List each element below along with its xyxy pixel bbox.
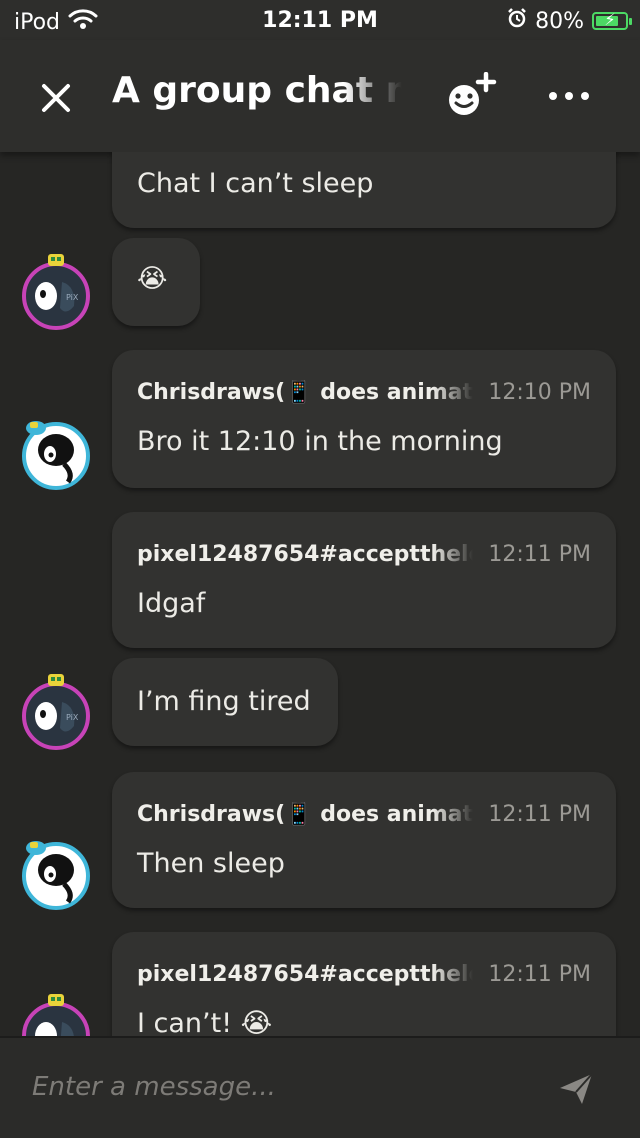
add-member-button[interactable] xyxy=(446,71,500,122)
message-author[interactable]: pixel12487654#accepttheloss xyxy=(137,542,473,567)
message-text: I’m fing tired xyxy=(137,686,311,717)
battery-percent: 80% xyxy=(535,8,584,34)
message-author[interactable]: pixel12487654#accepttheloss xyxy=(137,962,473,987)
message-composer xyxy=(0,1036,640,1138)
message-meta: pixel12487654#accepttheloss 12:11 PM xyxy=(137,962,591,994)
status-right: 80% ⚡ xyxy=(507,8,632,34)
message-text: Chat I can’t sleep xyxy=(137,168,374,199)
avatar-pixel[interactable] xyxy=(22,994,90,1036)
message-meta: Chrisdraws(📱 does animations 12:10 PM xyxy=(137,380,591,412)
close-icon xyxy=(42,84,70,112)
message-input[interactable] xyxy=(30,1060,534,1114)
message-list[interactable]: Chat I can’t sleep PiX 😭 Chrisdraws(📱 do… xyxy=(0,152,640,1036)
message-text: Idgaf xyxy=(137,588,206,619)
message-bubble[interactable]: Chrisdraws(📱 does animations 12:10 PM Br… xyxy=(112,350,616,488)
message-bubble[interactable]: pixel12487654#accepttheloss 12:11 PM I c… xyxy=(112,932,616,1036)
message-meta: Chrisdraws(📱 does animations 12:11 PM xyxy=(137,802,591,834)
svg-text:PiX: PiX xyxy=(66,713,79,722)
avatar-chrisdraws[interactable] xyxy=(22,841,90,910)
message-bubble[interactable]: pixel12487654#accepttheloss 12:11 PM Idg… xyxy=(112,512,616,648)
charging-bolt-icon: ⚡ xyxy=(604,10,616,29)
more-options-button[interactable] xyxy=(540,74,598,118)
message-bubble[interactable]: Chat I can’t sleep xyxy=(112,152,616,228)
avatar-pixel[interactable]: PiX xyxy=(22,674,90,750)
avatar-chrisdraws[interactable] xyxy=(22,421,90,490)
avatar-pixel[interactable]: PiX xyxy=(22,254,90,330)
message-bubble[interactable]: Chrisdraws(📱 does animations 12:11 PM Th… xyxy=(112,772,616,908)
message-text: I can’t! 😭 xyxy=(137,1008,273,1036)
smiley-plus-icon xyxy=(449,71,497,115)
close-button[interactable] xyxy=(36,78,76,118)
send-button[interactable] xyxy=(556,1068,596,1108)
message-bubble[interactable]: I’m fing tired xyxy=(112,658,338,746)
svg-text:PiX: PiX xyxy=(66,293,79,302)
battery-icon: ⚡ xyxy=(592,10,632,30)
message-author[interactable]: Chrisdraws(📱 does animations xyxy=(137,380,473,405)
message-time: 12:11 PM xyxy=(488,962,591,987)
message-meta: pixel12487654#accepttheloss 12:11 PM xyxy=(137,542,591,574)
message-bubble[interactable]: 😭 xyxy=(112,238,200,326)
status-bar: iPod 12:11 PM 80% ⚡ xyxy=(0,0,640,40)
message-text: 😭 xyxy=(137,264,168,294)
alarm-icon xyxy=(507,8,527,34)
message-time: 12:11 PM xyxy=(488,802,591,827)
ellipsis-icon xyxy=(549,92,589,100)
message-text: Bro it 12:10 in the morning xyxy=(137,426,503,457)
message-text: Then sleep xyxy=(137,848,285,879)
chat-header: A group chat made by xyxy=(0,40,640,152)
message-time: 12:11 PM xyxy=(488,542,591,567)
chat-title: A group chat made by xyxy=(112,70,402,111)
message-author[interactable]: Chrisdraws(📱 does animations xyxy=(137,802,473,827)
send-icon xyxy=(560,1073,593,1104)
message-time: 12:10 PM xyxy=(488,380,591,405)
